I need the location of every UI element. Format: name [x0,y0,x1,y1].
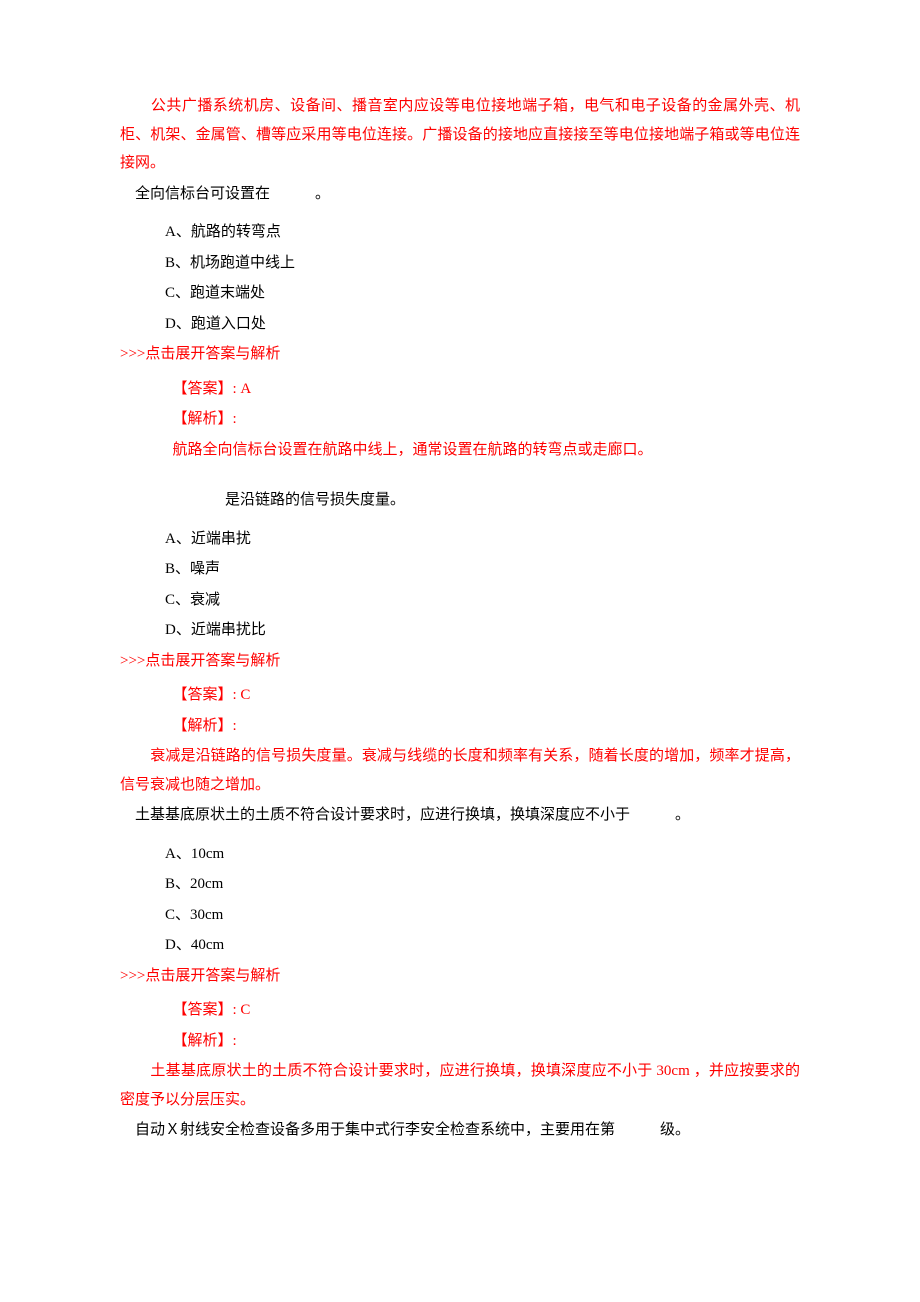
q1-option-b: B、机场跑道中线上 [120,249,800,278]
q3-explain-text: 土基基底原状土的土质不符合设计要求时，应进行换填，换填深度应不小于 30cm ，… [120,1057,800,1114]
q1-option-a: A、航路的转弯点 [120,218,800,247]
q2-answer-block: 【答案】: C 【解析】: [120,681,800,740]
q1-answer: A [237,381,252,397]
q1-option-d: D、跑道入口处 [120,310,800,339]
q2-explain-text: 衰减是沿链路的信号损失度量。衰减与线缆的长度和频率有关系，随着长度的增加，频率才… [120,742,800,799]
q3-answer-block: 【答案】: C 【解析】: [120,996,800,1055]
answer-label: 【答案】: [173,687,237,703]
answer-label: 【答案】: [173,1002,237,1018]
q1-answer-line: 【答案】: A [173,375,801,404]
q2-answer-line: 【答案】: C [173,681,801,710]
q1-stem: 全向信标台可设置在 。 [120,180,800,209]
answer-label: 【答案】: [173,381,237,397]
document-page: 公共广播系统机房、设备间、播音室内应设等电位接地端子箱，电气和电子设备的金属外壳… [0,0,920,1302]
q1-explain-label: 【解析】: [173,405,801,434]
q3-option-b: B、20cm [120,870,800,899]
q2-option-d: D、近端串扰比 [120,616,800,645]
q1-option-c: C、跑道末端处 [120,279,800,308]
q2-option-a: A、近端串扰 [120,525,800,554]
q3-expand-link[interactable]: >>>点击展开答案与解析 [120,962,800,991]
q3-option-c: C、30cm [120,901,800,930]
q2-explain-label: 【解析】: [173,712,801,741]
intro-paragraph: 公共广播系统机房、设备间、播音室内应设等电位接地端子箱，电气和电子设备的金属外壳… [120,92,800,178]
q2-stem: 是沿链路的信号损失度量。 [120,486,800,515]
q2-answer: C [237,687,251,703]
q3-answer-line: 【答案】: C [173,996,801,1025]
q1-explain-text: 航路全向信标台设置在航路中线上，通常设置在航路的转弯点或走廊口。 [173,436,801,465]
q2-expand-link[interactable]: >>>点击展开答案与解析 [120,647,800,676]
q3-option-a: A、10cm [120,840,800,869]
q2-option-b: B、噪声 [120,555,800,584]
q3-option-d: D、40cm [120,931,800,960]
q3-answer: C [237,1002,251,1018]
q2-option-c: C、衰减 [120,586,800,615]
q1-expand-link[interactable]: >>>点击展开答案与解析 [120,340,800,369]
q3-stem: 土基基底原状土的土质不符合设计要求时，应进行换填，换填深度应不小于 。 [120,801,800,830]
q4-stem: 自动Ｘ射线安全检查设备多用于集中式行李安全检查系统中，主要用在第 级。 [120,1116,800,1145]
q1-answer-block: 【答案】: A 【解析】: 航路全向信标台设置在航路中线上，通常设置在航路的转弯… [120,375,800,465]
q3-explain-label: 【解析】: [173,1027,801,1056]
